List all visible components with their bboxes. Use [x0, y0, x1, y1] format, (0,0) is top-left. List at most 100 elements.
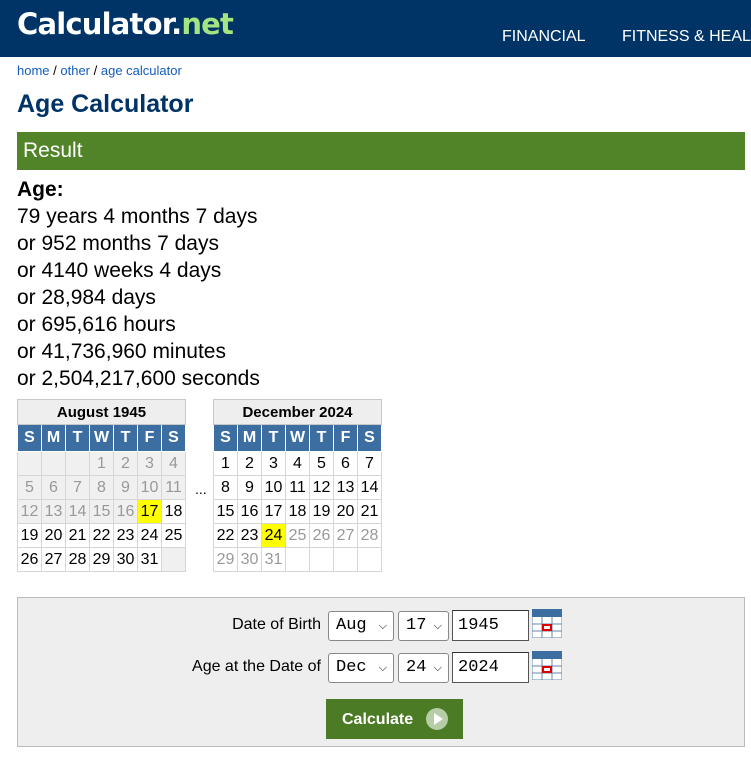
- page-title: Age Calculator: [17, 90, 194, 118]
- calendar-day: 30: [237, 547, 262, 572]
- calendar-empty-cell: [17, 451, 42, 476]
- age-line-seconds: or 2,504,217,600 seconds: [17, 367, 260, 390]
- calendar-day: 14: [357, 475, 382, 500]
- calendar-end-month: December 2024 S M T W T F S 1 2 3 4 5 6 7 8 9 10 11 12 13 14 1…: [213, 399, 382, 572]
- calendar-day: 5: [17, 475, 42, 500]
- calendar-weekday-header: W: [285, 424, 310, 452]
- calendar-empty-cell: [285, 547, 310, 572]
- calendar-day-highlighted: 24: [261, 523, 286, 548]
- age-line-days: or 28,984 days: [17, 286, 156, 309]
- calendar-day: 19: [309, 499, 334, 524]
- calendar-day: 13: [333, 475, 358, 500]
- calendar-day: 17: [261, 499, 286, 524]
- breadcrumb-home[interactable]: home: [17, 63, 50, 78]
- calendar-day: 6: [333, 451, 358, 476]
- calendar-weekday-header: F: [137, 424, 162, 452]
- calendar-weekday-header: T: [261, 424, 286, 452]
- calendar-day: 24: [137, 523, 162, 548]
- calendar-empty-cell: [65, 451, 90, 476]
- top-header: Calculator.net FINANCIAL FITNESS & HEAL: [0, 0, 751, 57]
- calendar-day: 25: [161, 523, 186, 548]
- calendar-picker-icon[interactable]: [532, 609, 562, 638]
- calendar-day: 28: [65, 547, 90, 572]
- calendar-weekday-header: T: [113, 424, 138, 452]
- calendar-month-title: August 1945: [17, 399, 186, 425]
- at-day-select[interactable]: 24 ⌵: [398, 653, 449, 683]
- calendar-day: 8: [89, 475, 114, 500]
- calendar-day: 3: [261, 451, 286, 476]
- age-line-minutes: or 41,736,960 minutes: [17, 340, 226, 363]
- dob-label: Date of Birth: [232, 616, 321, 633]
- at-year-input[interactable]: 2024: [452, 652, 529, 683]
- calendar-day: 2: [113, 451, 138, 476]
- calendar-day: 2: [237, 451, 262, 476]
- calendar-weekday-header: S: [213, 424, 238, 452]
- nav-fitness-health[interactable]: FITNESS & HEAL: [622, 28, 751, 46]
- calendar-weekday-header: S: [17, 424, 42, 452]
- age-line-weeks: or 4140 weeks 4 days: [17, 259, 222, 282]
- calendar-day: 1: [89, 451, 114, 476]
- calendar-day: 29: [213, 547, 238, 572]
- calendar-day: 29: [89, 547, 114, 572]
- calendar-weekday-header: W: [89, 424, 114, 452]
- calendar-day: 21: [357, 499, 382, 524]
- calendar-start-month: August 1945 S M T W T F S 1 2 3 4 5 6 7 8 9 10 11 12 13 14 15 1…: [17, 399, 186, 572]
- age-at-date-label: Age at the Date of: [192, 658, 321, 675]
- site-logo[interactable]: Calculator.net: [17, 7, 234, 41]
- calendar-picker-icon[interactable]: [532, 651, 562, 680]
- dob-month-select[interactable]: Aug ⌵: [328, 611, 394, 641]
- calendar-ellipsis: ...: [195, 481, 207, 497]
- calendar-day: 31: [137, 547, 162, 572]
- dob-day-select[interactable]: 17 ⌵: [398, 611, 449, 641]
- calendar-day: 14: [65, 499, 90, 524]
- calendar-weekday-header: F: [333, 424, 358, 452]
- breadcrumb: home / other / age calculator: [17, 63, 182, 78]
- calendar-day: 7: [65, 475, 90, 500]
- calendar-day: 21: [65, 523, 90, 548]
- calendar-day: 4: [285, 451, 310, 476]
- calendar-weekday-header: S: [357, 424, 382, 452]
- calendar-day: 10: [137, 475, 162, 500]
- calendar-empty-cell: [309, 547, 334, 572]
- calendar-month-title: December 2024: [213, 399, 382, 425]
- calendar-day: 22: [89, 523, 114, 548]
- calendar-day: 23: [237, 523, 262, 548]
- calendar-day: 20: [333, 499, 358, 524]
- calendar-empty-cell: [357, 547, 382, 572]
- calendar-day: 31: [261, 547, 286, 572]
- dob-year-input[interactable]: 1945: [452, 610, 529, 641]
- age-label: Age:: [17, 178, 64, 201]
- breadcrumb-other[interactable]: other: [60, 63, 90, 78]
- chevron-down-icon: ⌵: [433, 661, 442, 674]
- calendar-day: 22: [213, 523, 238, 548]
- calendar-empty-cell: [333, 547, 358, 572]
- chevron-down-icon: ⌵: [378, 619, 387, 632]
- breadcrumb-age-calculator[interactable]: age calculator: [101, 63, 182, 78]
- calendar-day: 5: [309, 451, 334, 476]
- calendar-day: 18: [161, 499, 186, 524]
- calendar-day: 28: [357, 523, 382, 548]
- age-line-hours: or 695,616 hours: [17, 313, 176, 336]
- calendar-weekday-header: M: [41, 424, 66, 452]
- calendar-day: 12: [17, 499, 42, 524]
- age-line-years: 79 years 4 months 7 days: [17, 205, 258, 228]
- age-result: Age: 79 years 4 months 7 days or 952 mon…: [17, 176, 260, 392]
- age-form: Date of Birth Aug ⌵ 17 ⌵ 1945 Age at the D…: [17, 597, 745, 747]
- calendar-weekday-header: S: [161, 424, 186, 452]
- calculate-button[interactable]: Calculate: [326, 699, 463, 739]
- calendar-day: 15: [89, 499, 114, 524]
- chevron-down-icon: ⌵: [378, 661, 387, 674]
- nav-financial[interactable]: FINANCIAL: [502, 28, 586, 46]
- at-month-select[interactable]: Dec ⌵: [328, 653, 394, 683]
- calendar-day: 12: [309, 475, 334, 500]
- play-icon: [426, 708, 448, 730]
- calendar-day: 27: [41, 547, 66, 572]
- calendar-day: 4: [161, 451, 186, 476]
- calendar-weekday-header: T: [65, 424, 90, 452]
- calendar-weekday-header: M: [237, 424, 262, 452]
- calendar-day: 30: [113, 547, 138, 572]
- calendar-day: 19: [17, 523, 42, 548]
- calendar-day: 26: [17, 547, 42, 572]
- calendar-day: 26: [309, 523, 334, 548]
- calendar-day: 3: [137, 451, 162, 476]
